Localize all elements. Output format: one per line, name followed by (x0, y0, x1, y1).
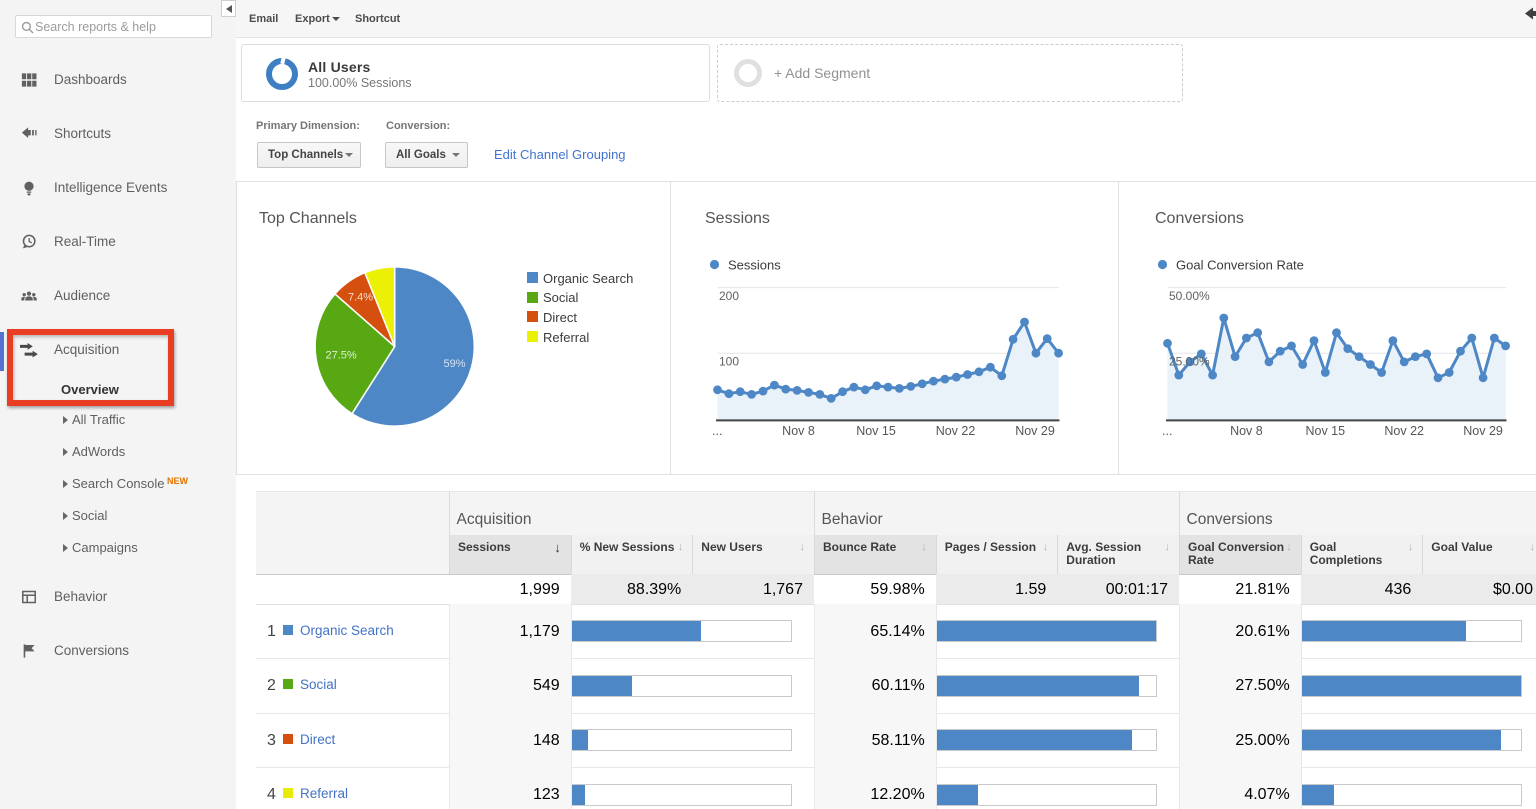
svg-text:Nov 29: Nov 29 (1015, 424, 1055, 438)
svg-text:Nov 22: Nov 22 (1384, 424, 1424, 438)
svg-text:59%: 59% (444, 358, 466, 370)
svg-text:Nov 29: Nov 29 (1463, 424, 1503, 438)
svg-text:Nov 8: Nov 8 (782, 424, 815, 438)
svg-text:50.00%: 50.00% (1169, 289, 1210, 303)
svg-text:Nov 8: Nov 8 (1230, 424, 1263, 438)
svg-text:Nov 15: Nov 15 (856, 424, 896, 438)
svg-text:Nov 15: Nov 15 (1305, 424, 1345, 438)
svg-text:7.4%: 7.4% (348, 292, 373, 304)
svg-text:27.5%: 27.5% (326, 350, 357, 362)
svg-text:Nov 22: Nov 22 (936, 424, 976, 438)
svg-text:Sessions: Sessions (728, 258, 781, 273)
svg-text:Goal Conversion Rate: Goal Conversion Rate (1176, 258, 1304, 273)
svg-text:...: ... (712, 424, 722, 438)
svg-text:25.00%: 25.00% (1169, 355, 1210, 369)
svg-text:100: 100 (719, 355, 739, 369)
svg-text:...: ... (1162, 424, 1172, 438)
svg-text:200: 200 (719, 289, 739, 303)
